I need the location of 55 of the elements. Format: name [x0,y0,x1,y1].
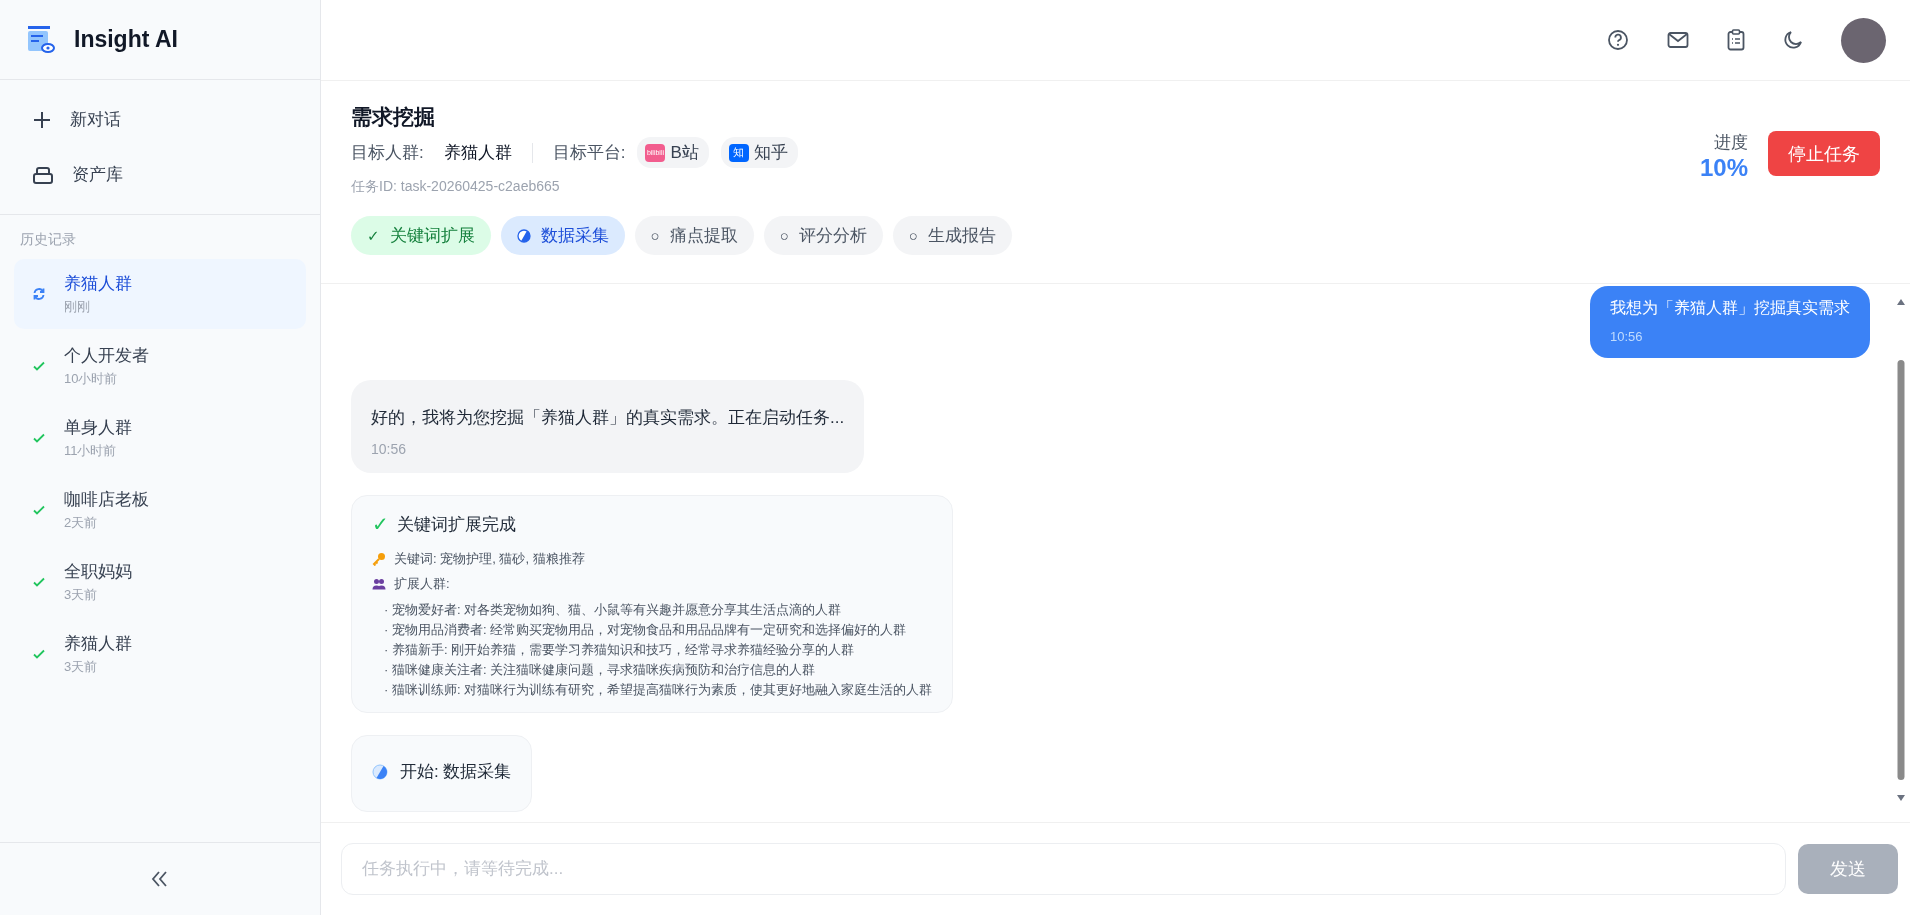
mail-icon[interactable] [1667,31,1689,49]
platform-tag: 知 知乎 [720,137,798,168]
group-item: · 猫咪健康关注者: 关注猫咪健康问题，寻求猫咪疾病预防和治疗信息的人群 [383,661,817,679]
step-chip: 数据采集 [500,216,625,255]
audience-label: 目标人群: [351,142,424,164]
history-item[interactable]: 全职妈妈 3天前 [14,547,306,617]
moon-icon[interactable] [1783,30,1803,50]
history-heading: 历史记录 [19,230,77,249]
half-circle-icon [516,228,531,243]
key-icon [372,552,386,566]
group-item: · 宠物爱好者: 对各类宠物如狗、猫、小鼠等有兴趣并愿意分享其生活点滴的人群 [383,601,843,619]
progress-label: 进度 [1714,132,1748,154]
user-message: 我想为「养猫人群」挖掘真实需求 10:56 [1590,286,1870,358]
box-icon [32,164,54,185]
app-name: Insight AI [74,26,178,53]
history-item[interactable]: 个人开发者 10小时前 [14,331,306,401]
check-icon [32,647,46,661]
groups-label: 扩展人群: [394,575,450,593]
group-item: · 猫咪训练师: 对猫咪行为训练有研究，希望提高猫咪行为素质，使其更好地融入家庭生活的人群 [383,681,933,699]
step-chip: ○ 评分分析 [763,216,883,255]
platform-label: 目标平台: [552,142,626,164]
sidebar-action[interactable]: 资产库 [14,147,306,202]
check-icon [32,503,46,517]
step-chip: ✓ 关键词扩展 [351,216,491,255]
half-circle-icon [372,763,388,780]
status-text: 开始: 数据采集 [400,761,512,783]
history-item[interactable]: 养猫人群 3天前 [14,619,306,689]
task-id: 任务ID: task-20260425-c2aeb665 [351,178,561,196]
sidebar-action[interactable]: 新对话 [14,92,306,147]
step-chip: ○ 痛点提取 [634,216,754,255]
collapse-icon[interactable] [150,870,170,888]
history-item[interactable]: 养猫人群 刚刚 [14,259,306,329]
logo-icon [26,24,56,55]
audience-value: 养猫人群 [443,142,512,164]
check-icon [32,575,46,589]
history-item[interactable]: 单身人群 11小时前 [14,403,306,473]
keywords-text: 关键词: 宠物护理, 猫砂, 猫粮推荐 [394,550,585,568]
card-title: 关键词扩展完成 [396,513,516,536]
stop-task-button[interactable]: 停止任务 [1768,131,1880,176]
task-title: 需求挖掘 [351,104,436,130]
avatar[interactable] [1841,17,1886,63]
people-icon [372,578,386,590]
plus-icon [32,109,52,130]
history-item[interactable]: 咖啡店老板 2天前 [14,475,306,545]
group-item: · 宠物用品消费者: 经常购买宠物用品，对宠物食品和用品品牌有一定研究和选择偏好的人群 [383,621,908,639]
progress-value: 10% [1699,154,1748,182]
check-icon: ✓ [372,512,389,536]
assistant-message: 好的，我将为您挖掘「养猫人群」的真实需求。正在启动任务... 10:56 [351,380,865,473]
check-icon [32,431,46,445]
group-item: · 养猫新手: 刚开始养猫，需要学习养猫知识和技巧，经常寻求养猫经验分享的人群 [383,641,856,659]
sync-icon [32,287,46,301]
step-chip: ○ 生成报告 [892,216,1012,255]
check-icon [32,359,46,373]
clipboard-icon[interactable] [1727,29,1745,51]
help-icon[interactable] [1607,29,1629,51]
